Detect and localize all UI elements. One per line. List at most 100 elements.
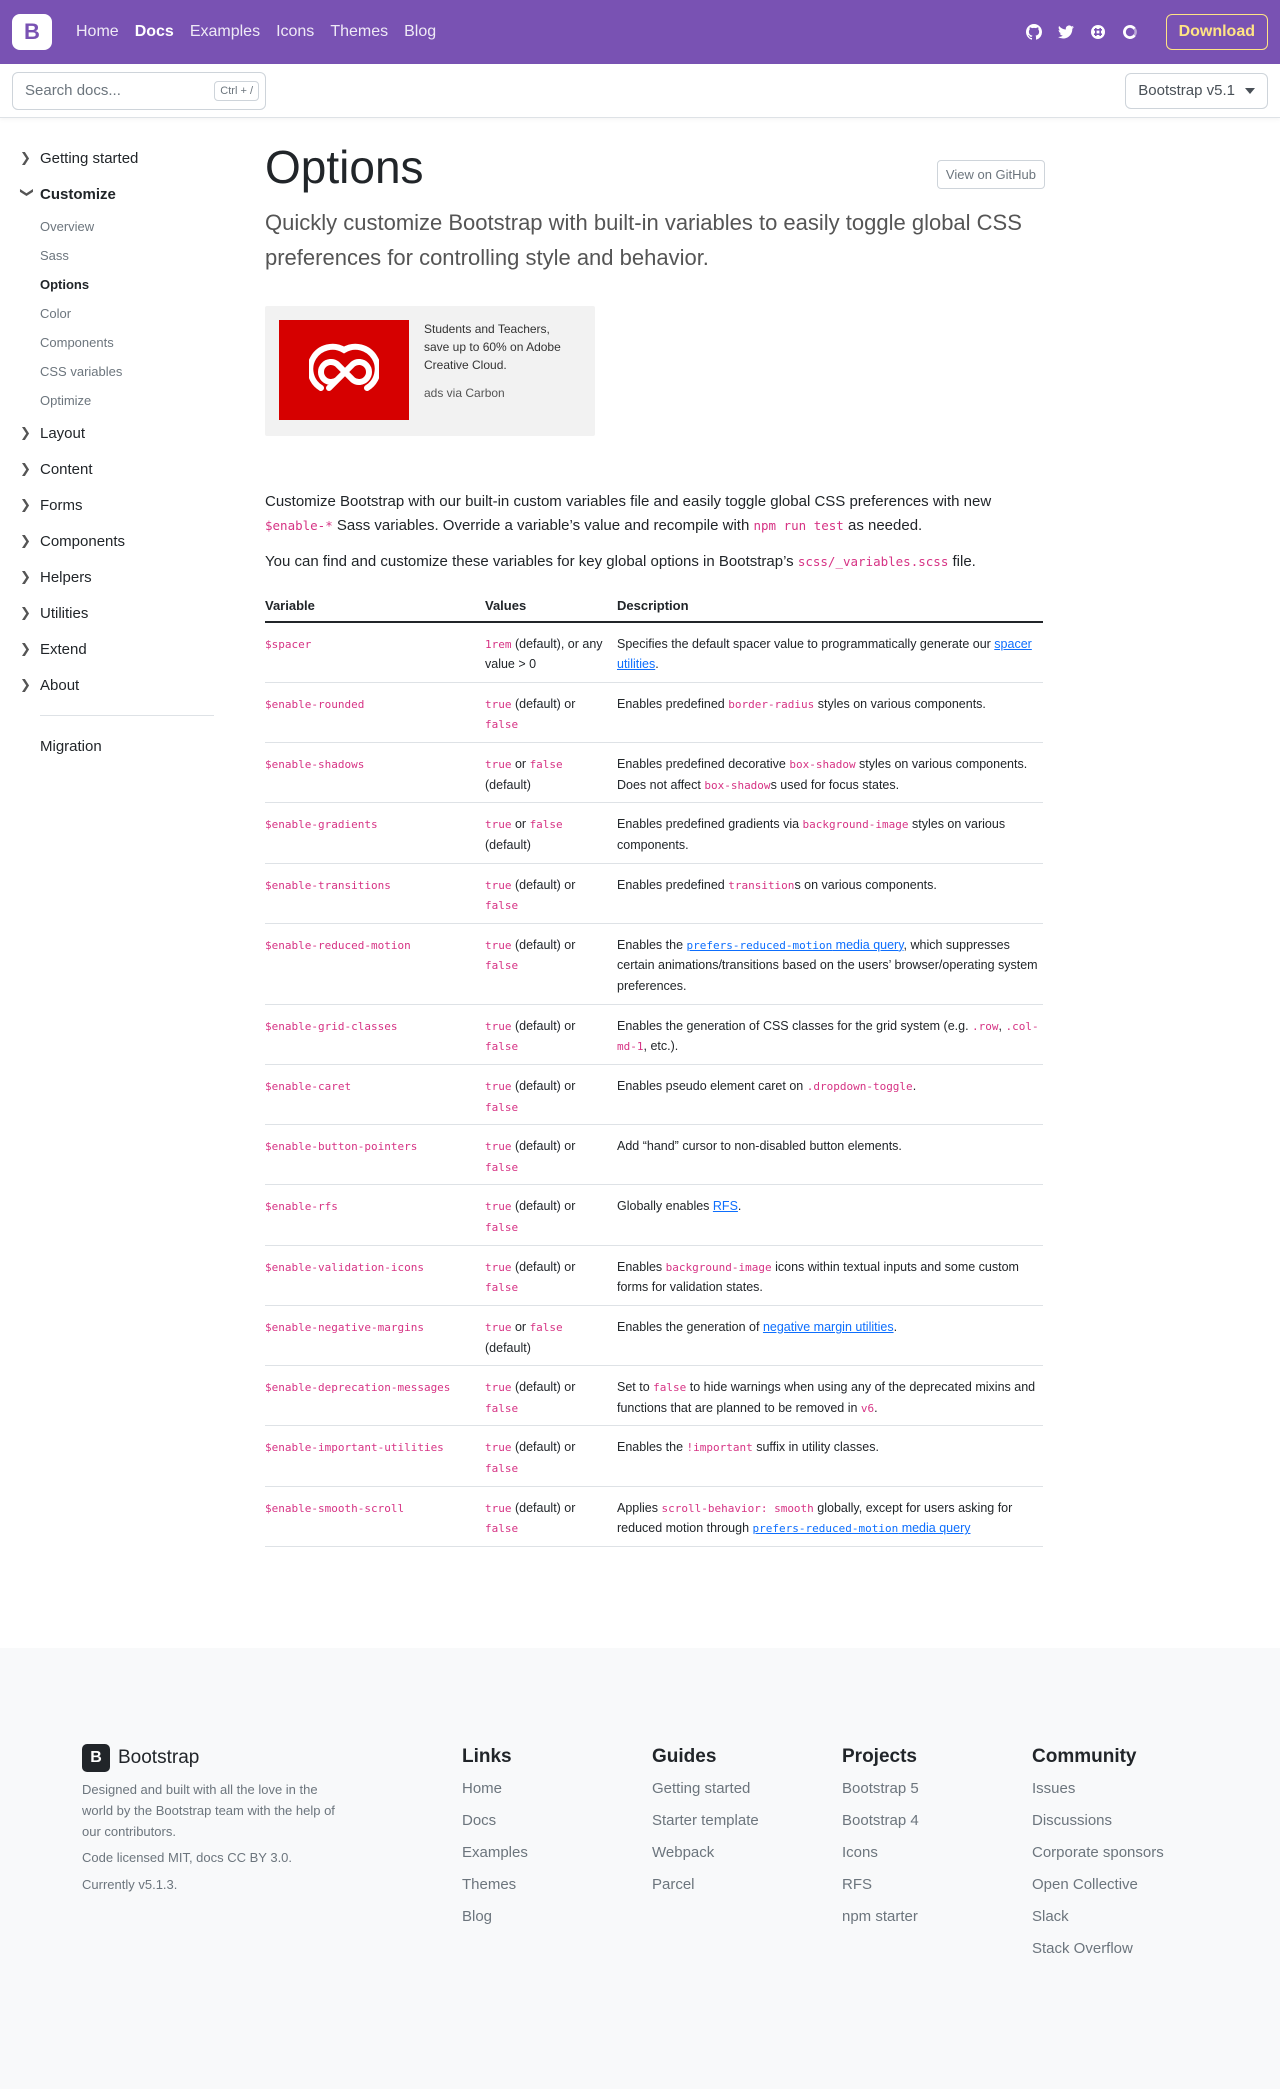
footer-link-bootstrap-4[interactable]: Bootstrap 4 — [842, 1804, 919, 1836]
footer-link-starter-template[interactable]: Starter template — [652, 1804, 759, 1836]
adobe-creative-cloud-logo[interactable] — [279, 319, 409, 420]
footer-link-bootstrap-5[interactable]: Bootstrap 5 — [842, 1772, 919, 1804]
sidebar-item-overview[interactable]: Overview — [40, 212, 200, 241]
footer-link-slack[interactable]: Slack — [1032, 1900, 1164, 1932]
doc-link[interactable]: prefers-reduced-motion — [753, 1522, 899, 1535]
text-fragment: Enables pseudo element caret on — [617, 1078, 807, 1093]
inline-code: background-image — [665, 1260, 772, 1274]
download-button[interactable]: Download — [1165, 14, 1268, 50]
nav-link-themes[interactable]: Themes — [322, 23, 396, 41]
inline-code: false — [485, 1281, 519, 1295]
footer-link-npm-starter[interactable]: npm starter — [842, 1900, 919, 1932]
slack-icon[interactable] — [1082, 16, 1114, 48]
sidebar-group-utilities[interactable]: ❯ Utilities — [20, 595, 200, 631]
ad-via-carbon[interactable]: ads via Carbon — [424, 384, 574, 402]
navbar-right: Download — [1018, 14, 1268, 50]
nav-link-icons[interactable]: Icons — [268, 23, 322, 41]
sidebar-group-helpers[interactable]: ❯ Helpers — [20, 559, 200, 595]
footer-link-docs[interactable]: Docs — [462, 1804, 528, 1836]
doc-link[interactable]: media query — [832, 938, 904, 952]
doc-link[interactable]: prefers-reduced-motion — [687, 939, 833, 952]
footer-logo[interactable]: B Bootstrap — [82, 1744, 352, 1772]
footer-link-corporate-sponsors[interactable]: Corporate sponsors — [1032, 1836, 1164, 1868]
opencollective-icon[interactable] — [1114, 16, 1146, 48]
options-table: Variable Values Description $spacer 1rem (d… — [265, 589, 1043, 1547]
values-cell: true (default) or false — [485, 863, 617, 924]
view-on-github-button[interactable]: View on GitHub — [936, 160, 1045, 189]
sidebar-group-getting-started[interactable]: ❯ Getting started — [20, 140, 200, 176]
sidebar-item-migration[interactable]: Migration — [20, 728, 200, 764]
footer-link-home[interactable]: Home — [462, 1772, 528, 1804]
text-fragment: styles on various components. — [814, 696, 986, 711]
sidebar-item-options[interactable]: Options — [40, 270, 200, 299]
footer-link-webpack[interactable]: Webpack — [652, 1836, 759, 1868]
footer-link-open-collective[interactable]: Open Collective — [1032, 1868, 1164, 1900]
description-cell: Enables the !important suffix in utility… — [617, 1425, 1043, 1487]
nav-link-blog[interactable]: Blog — [396, 23, 444, 41]
variable-cell: $enable-button-pointers — [265, 1124, 485, 1186]
sidebar-group-about[interactable]: ❯ About — [20, 667, 200, 703]
footer-link-blog[interactable]: Blog — [462, 1900, 528, 1932]
search-input[interactable]: Search docs... Ctrl + / — [12, 71, 266, 110]
inline-code: true — [485, 878, 512, 892]
footer-link-discussions[interactable]: Discussions — [1032, 1804, 1164, 1836]
version-dropdown[interactable]: Bootstrap v5.1 — [1125, 72, 1268, 109]
inline-code: true — [485, 1200, 512, 1214]
sidebar-group-content[interactable]: ❯ Content — [20, 451, 200, 487]
values-cell: true (default) or false — [485, 682, 617, 744]
inline-code: false — [485, 1160, 519, 1174]
doc-link[interactable]: RFS — [713, 1199, 738, 1213]
footer-link-issues[interactable]: Issues — [1032, 1772, 1164, 1804]
sidebar-group-label: Helpers — [40, 568, 92, 586]
bootstrap-logo[interactable]: B — [12, 14, 52, 50]
variable-cell: $enable-gradients — [265, 802, 485, 864]
footer-link-themes[interactable]: Themes — [462, 1868, 528, 1900]
inline-code: scss/_variables.scss — [797, 553, 949, 569]
footer-column-title: Projects — [842, 1746, 917, 1767]
description-cell: Enables the generation of CSS classes fo… — [617, 1004, 1043, 1065]
ad-text[interactable]: Students and Teachers, save up to 60% on… — [424, 320, 574, 374]
sidebar-group-forms[interactable]: ❯ Forms — [20, 487, 200, 523]
github-icon[interactable] — [1018, 16, 1050, 48]
footer-link-rfs[interactable]: RFS — [842, 1868, 919, 1900]
sidebar-group-extend[interactable]: ❯ Extend — [20, 631, 200, 667]
footer-link-icons[interactable]: Icons — [842, 1836, 919, 1868]
footer-link-getting-started[interactable]: Getting started — [652, 1772, 759, 1804]
inline-code: false — [485, 959, 519, 973]
doc-link[interactable]: negative margin utilities — [763, 1320, 894, 1334]
doc-link[interactable]: media query — [898, 1521, 971, 1535]
carbon-ad[interactable]: Students and Teachers, save up to 60% on… — [265, 305, 595, 436]
sidebar-group-layout[interactable]: ❯ Layout — [20, 415, 200, 451]
sidebar-group-components[interactable]: ❯ Components — [20, 523, 200, 559]
inline-code: true — [485, 1501, 512, 1515]
sidebar-item-color[interactable]: Color — [40, 299, 200, 328]
nav-link-docs[interactable]: Docs — [127, 23, 182, 41]
nav-link-home[interactable]: Home — [68, 23, 127, 41]
footer-brand-name: Bootstrap — [118, 1747, 200, 1768]
table-row: $enable-reduced-motion true (default) or … — [265, 923, 1043, 1005]
sidebar-item-optimize[interactable]: Optimize — [40, 386, 200, 415]
table-row: $enable-shadows true or false (default) En… — [265, 742, 1043, 804]
footer-link-stack-overflow[interactable]: Stack Overflow — [1032, 1932, 1164, 1964]
sidebar-item-css-variables[interactable]: CSS variables — [40, 357, 200, 386]
values-cell: true or false (default) — [485, 802, 617, 864]
nav-link-examples[interactable]: Examples — [182, 23, 268, 41]
inline-code: scroll-behavior: smooth — [661, 1501, 814, 1515]
inline-code: npm run test — [753, 517, 844, 533]
twitter-icon[interactable] — [1050, 16, 1082, 48]
variables-text-1: You can find and customize these variabl… — [265, 552, 798, 570]
sidebar-item-sass[interactable]: Sass — [40, 241, 200, 270]
values-cell: true or false (default) — [485, 1305, 617, 1367]
text-fragment: s used for focus states. — [770, 777, 900, 792]
footer-link-examples[interactable]: Examples — [462, 1836, 528, 1868]
inline-code: true — [485, 758, 512, 772]
text-fragment: suffix in utility classes. — [752, 1440, 879, 1455]
sidebar-item-components[interactable]: Components — [40, 328, 200, 357]
text-fragment: or — [511, 817, 530, 832]
text-fragment: Enables predefined gradients via — [617, 817, 803, 832]
footer-link-parcel[interactable]: Parcel — [652, 1868, 759, 1900]
inline-code: false — [485, 1462, 519, 1476]
intro-text-2: Sass variables. Override a variable’s va… — [332, 516, 754, 534]
inline-code: 1rem — [485, 637, 512, 651]
sidebar-group-customize[interactable]: ❯ Customize — [20, 176, 200, 212]
